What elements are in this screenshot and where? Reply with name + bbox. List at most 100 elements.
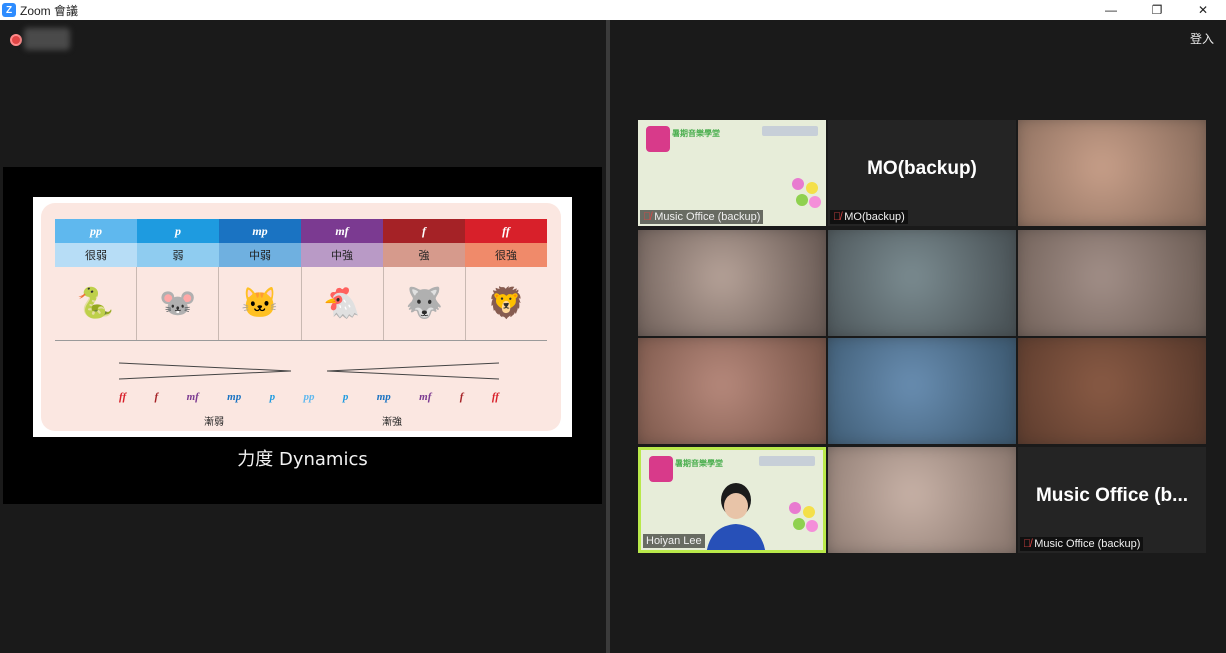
scale-mark: mp [376,391,391,403]
video-tile[interactable] [828,338,1016,444]
scale-mark: f [459,391,464,403]
participant-display-name: Music Office (b... [1035,485,1189,506]
dynamic-chinese-p: 弱 [137,243,219,267]
window-controls: — ❐ ✕ [1088,0,1226,20]
shared-screen[interactable]: pp p mp mf f ff 很弱弱中弱 中強強很強 🐍 🐭 🐱 🐔 🐺 🦁 ff f mf mp p pp p… [3,167,602,504]
scale-mark: mf [186,391,199,403]
diminuendo-label: 漸弱 [204,417,224,428]
video-tile[interactable] [638,338,826,444]
dynamic-chinese-mf: 中強 [301,243,383,267]
animal-p-icon: 🐭 [137,267,220,340]
scale-mark: pp [303,391,315,403]
mic-off-icon: 🎙̸ [643,211,652,223]
dynamic-chinese-mp: 中弱 [219,243,301,267]
dynamic-chinese-f: 強 [383,243,465,267]
blurred-participant-video [828,338,1016,444]
participant-display-name: MO(backup) [867,158,977,179]
poster-title: 暑期音樂學堂 [675,459,723,468]
minimize-button[interactable]: — [1088,0,1134,20]
dynamics-animals-row: 🐍 🐭 🐱 🐔 🐺 🦁 [55,267,547,341]
signin-button[interactable]: 登入 [1190,30,1214,47]
balloons-icon [792,178,822,212]
dynamic-chinese-ff: 很強 [465,243,547,267]
video-tile[interactable] [1018,338,1206,444]
scale-mark: mf [419,391,432,403]
blurred-participant-video [638,338,826,444]
title-bar: Z Zoom 會議 — ❐ ✕ [0,0,1226,20]
dynamic-mark-mf: mf [301,219,383,243]
mic-off-icon: 🎙̸ [1023,538,1032,550]
blurred-participant-video [638,230,826,336]
slide-background: pp p mp mf f ff 很弱弱中弱 中強強很強 🐍 🐭 🐱 🐔 🐺 🦁 ff f mf mp p pp p… [41,203,561,431]
participant-name-label: 🎙̸ Music Office (backup) [640,210,764,224]
animal-mf-icon: 🐔 [302,267,384,340]
event-logo-icon [646,126,670,152]
scale-mark: mp [227,391,242,403]
dynamic-mark-mp: mp [219,219,301,243]
gallery-pane: 登入 暑期音樂學堂 🎙̸ Music Office (backup) MO(backu… [610,20,1226,653]
video-tile[interactable] [1018,230,1206,336]
video-tile[interactable]: 暑期音樂學堂 🎙̸ Music Office (backup) [638,120,826,226]
sponsor-logos [759,456,815,466]
video-tile[interactable]: 暑期音樂學堂 Hoiyan Lee [638,447,826,553]
animal-ff-icon: 🦁 [487,287,526,320]
video-tile[interactable] [638,230,826,336]
zoom-app-icon: Z [2,3,16,17]
slide-caption: 力度 Dynamics [237,449,368,470]
diminuendo-upper-line [119,362,292,372]
blurred-participant-video [828,447,1016,553]
participant-name: Hoiyan Lee [646,535,702,547]
video-tile[interactable]: MO(backup) 🎙̸ MO(backup) [828,120,1016,226]
video-tile[interactable] [828,230,1016,336]
blurred-participant-video [1018,230,1206,336]
participant-name-label: 🎙̸ MO(backup) [830,210,908,224]
crescendo-lower-line [326,370,499,380]
participant-name-label: 🎙̸ Music Office (backup) [1020,537,1144,551]
hairpin-wedges [119,362,499,380]
scale-mark: p [342,391,349,403]
balloons-icon [789,502,819,536]
video-tile[interactable]: Music Office (b... 🎙̸ Music Office (backup… [1018,447,1206,553]
participant-name-label: Hoiyan Lee [643,534,705,548]
participant-name: MO(backup) [844,211,905,223]
meeting-area: pp p mp mf f ff 很弱弱中弱 中強強很強 🐍 🐭 🐱 🐔 🐺 🦁 ff f mf mp p pp p… [0,20,1226,653]
dynamic-mark-pp: pp [55,219,137,243]
crescendo-upper-line [326,362,499,372]
crescendo-label: 漸強 [382,417,402,428]
dynamics-marks-row: pp p mp mf f ff [55,219,547,243]
dynamic-mark-p: p [137,219,219,243]
scale-mark: p [269,391,276,403]
window-title: Zoom 會議 [20,3,79,18]
dynamics-table: pp p mp mf f ff 很弱弱中弱 中強強很強 🐍 🐭 🐱 🐔 🐺 🦁 [55,219,547,341]
dynamics-chinese-row: 很弱弱中弱 中強強很強 [55,243,547,267]
recording-icon[interactable] [10,34,22,46]
dynamic-mark-ff: ff [465,219,547,243]
animal-pp-icon: 🐍 [55,267,138,340]
mic-off-icon: 🎙̸ [833,211,842,223]
video-tile[interactable] [1018,120,1206,226]
dynamic-mark-f: f [383,219,465,243]
blurred-participant-video [1018,338,1206,444]
scale-mark: ff [119,391,127,403]
restore-button[interactable]: ❐ [1134,0,1180,20]
diminuendo-lower-line [119,370,292,380]
animal-mp-icon: 🐱 [219,267,302,340]
slide: pp p mp mf f ff 很弱弱中弱 中強強很強 🐍 🐭 🐱 🐔 🐺 🦁 ff f mf mp p pp p… [33,197,572,437]
close-button[interactable]: ✕ [1180,0,1226,20]
sponsor-logos [762,126,818,136]
participant-name: Music Office (backup) [654,211,761,223]
animal-f-icon: 🐺 [384,267,466,340]
event-logo-icon [649,456,673,482]
recording-status [24,28,70,50]
video-tile[interactable] [828,447,1016,553]
blurred-participant-video [828,230,1016,336]
poster-title: 暑期音樂學堂 [672,129,720,138]
participant-person [701,480,771,550]
share-pane: pp p mp mf f ff 很弱弱中弱 中強強很強 🐍 🐭 🐱 🐔 🐺 🦁 ff f mf mp p pp p… [0,20,606,653]
dynamic-chinese-pp: 很弱 [55,243,137,267]
blurred-participant-video [1018,120,1206,226]
scale-mark: ff [491,391,499,403]
scale-mark: f [154,391,159,403]
participant-name: Music Office (backup) [1034,538,1141,550]
dynamics-scale-row: ff f mf mp p pp p mp mf f ff [119,391,499,405]
